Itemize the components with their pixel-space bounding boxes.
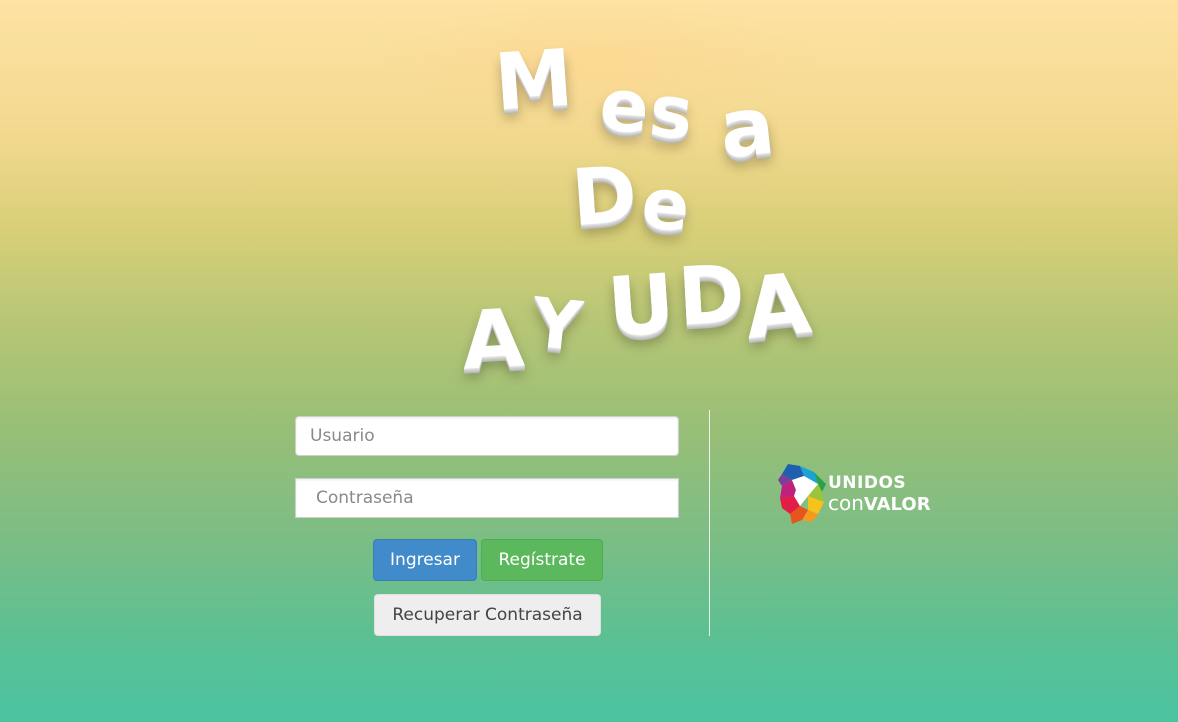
- title-letter: e: [638, 162, 693, 248]
- password-input[interactable]: [295, 478, 679, 518]
- logo-map-icon: [778, 464, 826, 524]
- login-button[interactable]: Ingresar: [373, 539, 477, 581]
- title-letter: a: [715, 78, 779, 177]
- recover-password-button[interactable]: Recuperar Contraseña: [374, 594, 601, 636]
- logo-text-line2: conVALOR: [828, 491, 931, 515]
- unidos-con-valor-logo: UNIDOS conVALOR: [778, 460, 958, 526]
- page-title: M e s a D e A Y U D A: [440, 30, 860, 400]
- title-letter: e: [597, 62, 652, 150]
- title-letter: U: [604, 256, 678, 357]
- title-letter: s: [645, 67, 698, 157]
- logo-text-line1: UNIDOS: [828, 473, 907, 493]
- title-letter: A: [740, 253, 815, 359]
- title-letter: D: [568, 149, 640, 245]
- logo-text-con: con: [828, 491, 864, 515]
- vertical-divider: [709, 410, 710, 636]
- title-letter: Y: [528, 283, 586, 368]
- logo-text-valor: VALOR: [863, 494, 931, 515]
- title-letter: M: [491, 33, 576, 129]
- title-letter: D: [675, 247, 747, 344]
- username-input[interactable]: [295, 416, 679, 456]
- title-letter: A: [459, 291, 527, 388]
- register-button[interactable]: Regístrate: [481, 539, 603, 581]
